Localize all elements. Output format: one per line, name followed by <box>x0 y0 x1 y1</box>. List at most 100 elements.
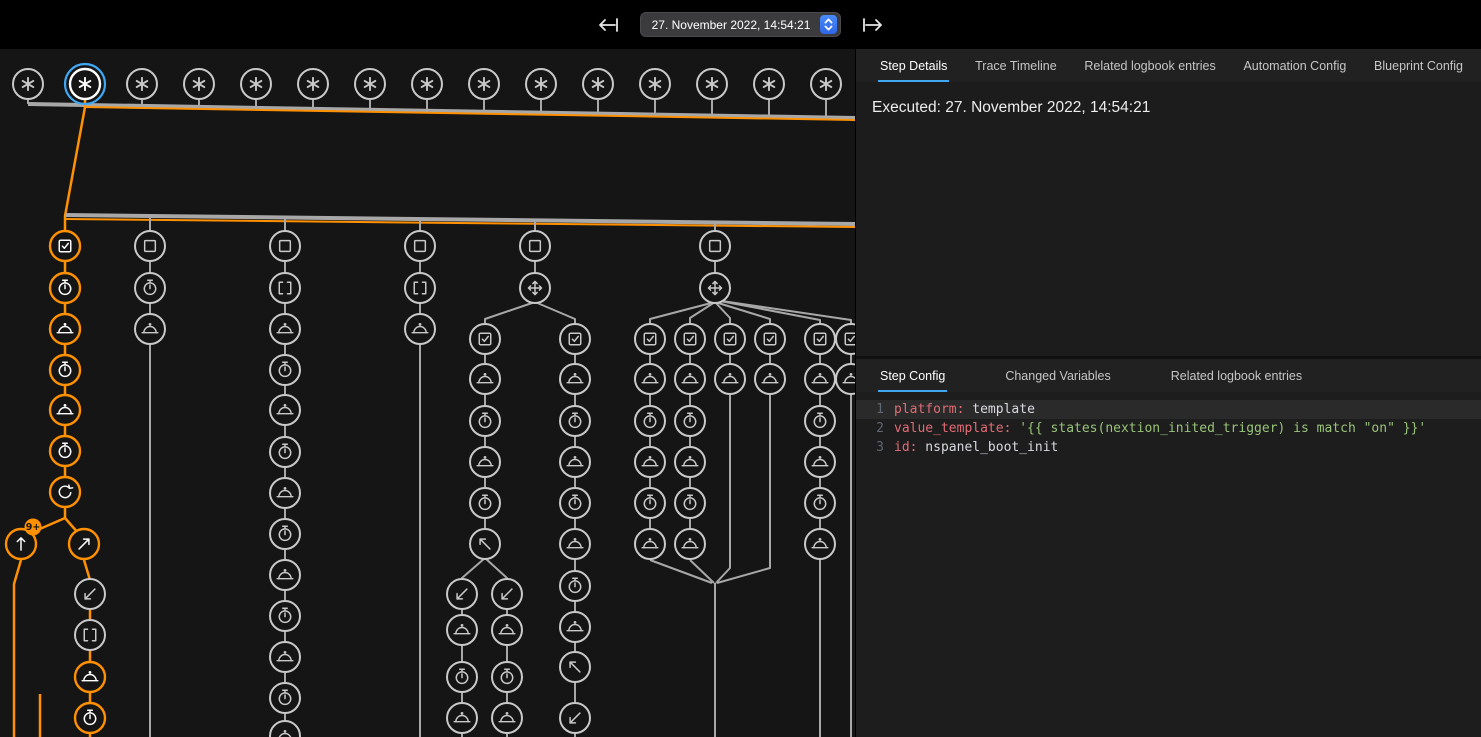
trace-node-bell-icon[interactable] <box>447 615 477 645</box>
trace-node-arrow-up-right-icon[interactable] <box>69 529 99 559</box>
trace-node-check-icon[interactable] <box>805 324 835 354</box>
trace-node-bell-icon[interactable] <box>270 314 300 344</box>
trace-node-bell-icon[interactable] <box>805 364 835 394</box>
trace-node-bell-icon[interactable] <box>560 364 590 394</box>
trace-node-timer-icon[interactable] <box>135 273 165 303</box>
trace-node-arrow-down-left-icon[interactable] <box>560 703 590 733</box>
trace-node-bell-icon[interactable] <box>492 615 522 645</box>
trace-node-asterisk-icon[interactable] <box>13 69 43 99</box>
trace-node-timer-icon[interactable] <box>675 488 705 518</box>
trace-node-asterisk-icon[interactable] <box>697 69 727 99</box>
trace-node-timer-icon[interactable] <box>75 703 105 733</box>
trace-node-bell-icon[interactable] <box>270 395 300 425</box>
previous-trace-button[interactable] <box>594 11 622 39</box>
trace-node-timer-icon[interactable] <box>270 519 300 549</box>
trace-node-parallel-icon[interactable] <box>520 273 550 303</box>
trace-node-timer-icon[interactable] <box>560 571 590 601</box>
trace-node-bell-icon[interactable] <box>805 447 835 477</box>
trace-node-parallel-icon[interactable] <box>700 273 730 303</box>
trace-node-bell-icon[interactable] <box>405 314 435 344</box>
trace-node-timer-icon[interactable] <box>635 488 665 518</box>
trace-node-check-icon[interactable] <box>470 324 500 354</box>
trace-node-bell-icon[interactable] <box>805 529 835 559</box>
trace-node-bell-icon[interactable] <box>270 560 300 590</box>
trace-node-square-icon[interactable] <box>405 231 435 261</box>
trace-node-timer-icon[interactable] <box>470 406 500 436</box>
trace-node-brackets-icon[interactable] <box>405 273 435 303</box>
trace-node-asterisk-icon[interactable] <box>127 69 157 99</box>
trace-node-bell-icon[interactable] <box>675 447 705 477</box>
trace-node-arrow-down-left-icon[interactable] <box>447 579 477 609</box>
trace-node-asterisk-icon[interactable] <box>241 69 271 99</box>
trace-node-repeat-icon[interactable] <box>50 477 80 507</box>
trace-node-bell-icon[interactable] <box>270 642 300 672</box>
trace-node-timer-icon[interactable] <box>470 488 500 518</box>
trace-run-select[interactable]: 27. November 2022, 14:54:21 <box>640 12 842 37</box>
trace-node-brackets-icon[interactable] <box>75 620 105 650</box>
trace-node-check-icon[interactable] <box>560 324 590 354</box>
tab-trace-timeline[interactable]: Trace Timeline <box>973 49 1059 82</box>
trace-node-asterisk-icon[interactable] <box>65 64 105 104</box>
trace-node-timer-icon[interactable] <box>560 488 590 518</box>
trace-node-check-icon[interactable] <box>635 324 665 354</box>
trace-node-bell-icon[interactable] <box>560 612 590 642</box>
trace-node-bell-icon[interactable] <box>492 703 522 733</box>
trace-node-asterisk-icon[interactable] <box>184 69 214 99</box>
trace-node-asterisk-icon[interactable] <box>640 69 670 99</box>
trace-node-asterisk-icon[interactable] <box>469 69 499 99</box>
trace-node-check-icon[interactable] <box>755 324 785 354</box>
trace-node-timer-icon[interactable] <box>270 437 300 467</box>
trace-node-bell-icon[interactable] <box>675 364 705 394</box>
trace-node-timer-icon[interactable] <box>270 601 300 631</box>
tab-related-logbook-entries[interactable]: Related logbook entries <box>1082 49 1217 82</box>
trace-node-bell-icon[interactable] <box>560 529 590 559</box>
trace-node-arrow-up-left-icon[interactable] <box>560 652 590 682</box>
trace-node-bell-icon[interactable] <box>755 364 785 394</box>
tab-changed-variables[interactable]: Changed Variables <box>1003 359 1112 392</box>
trace-node-timer-icon[interactable] <box>447 662 477 692</box>
yaml-editor[interactable]: 1platform: template2value_template: '{{ … <box>856 392 1481 737</box>
trace-node-bell-icon[interactable] <box>470 364 500 394</box>
trace-node-square-icon[interactable] <box>270 231 300 261</box>
tab-step-details[interactable]: Step Details <box>878 49 949 82</box>
tab-step-config[interactable]: Step Config <box>878 359 947 392</box>
trace-node-bell-icon[interactable] <box>635 364 665 394</box>
trace-node-arrow-up-left-icon[interactable] <box>470 529 500 559</box>
trace-node-timer-icon[interactable] <box>50 355 80 385</box>
trace-node-bell-icon[interactable] <box>470 447 500 477</box>
trace-node-bell-icon[interactable] <box>635 529 665 559</box>
trace-node-bell-icon[interactable] <box>675 529 705 559</box>
trace-node-bell-icon[interactable] <box>447 703 477 733</box>
trace-node-bell-icon[interactable] <box>635 447 665 477</box>
trace-node-check-icon[interactable] <box>675 324 705 354</box>
trace-node-asterisk-icon[interactable] <box>526 69 556 99</box>
tab-automation-config[interactable]: Automation Config <box>1241 49 1348 82</box>
trace-node-bell-icon[interactable] <box>270 478 300 508</box>
trace-node-square-icon[interactable] <box>135 231 165 261</box>
trace-node-brackets-icon[interactable] <box>270 273 300 303</box>
trace-node-asterisk-icon[interactable] <box>412 69 442 99</box>
trace-node-check-icon[interactable] <box>836 324 855 354</box>
trace-node-bell-icon[interactable] <box>836 364 855 394</box>
trace-node-timer-icon[interactable] <box>492 662 522 692</box>
trace-node-check-icon[interactable] <box>50 231 80 261</box>
tab-blueprint-config[interactable]: Blueprint Config <box>1372 49 1465 82</box>
trace-node-square-icon[interactable] <box>520 231 550 261</box>
trace-graph[interactable]: 9+ <box>0 49 855 737</box>
trace-node-timer-icon[interactable] <box>270 355 300 385</box>
trace-node-bell-icon[interactable] <box>270 721 300 737</box>
trace-node-arrow-down-left-icon[interactable] <box>75 579 105 609</box>
trace-node-asterisk-icon[interactable] <box>355 69 385 99</box>
trace-node-timer-icon[interactable] <box>805 488 835 518</box>
trace-node-asterisk-icon[interactable] <box>754 69 784 99</box>
trace-node-timer-icon[interactable] <box>805 406 835 436</box>
trace-node-bell-icon[interactable] <box>560 447 590 477</box>
trace-node-bell-icon[interactable] <box>75 662 105 692</box>
trace-node-asterisk-icon[interactable] <box>811 69 841 99</box>
trace-node-arrow-down-left-icon[interactable] <box>492 579 522 609</box>
trace-node-timer-icon[interactable] <box>675 406 705 436</box>
trace-node-square-icon[interactable] <box>700 231 730 261</box>
trace-node-bell-icon[interactable] <box>135 314 165 344</box>
next-trace-button[interactable] <box>859 11 887 39</box>
trace-node-timer-icon[interactable] <box>635 406 665 436</box>
